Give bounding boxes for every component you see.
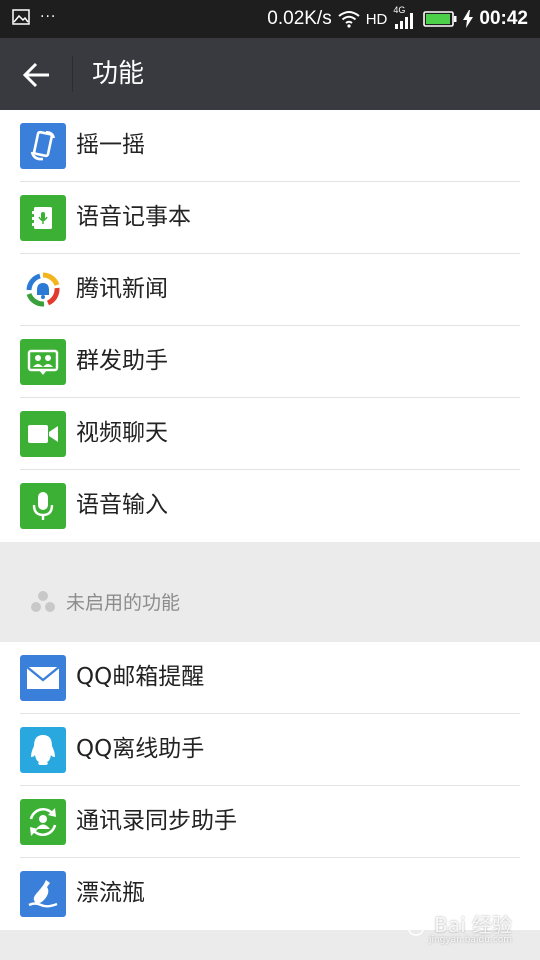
feature-row-qq-offline[interactable]: QQ离线助手 [0, 714, 540, 786]
feature-label: QQ离线助手 [76, 736, 205, 762]
video-chat-icon [20, 411, 66, 457]
feature-row-shake[interactable]: 摇一摇 [0, 110, 540, 182]
disabled-section-header: 未启用的功能 [30, 588, 180, 615]
watermark-sub: jingyan.baidu.com [428, 935, 512, 945]
microphone-icon [20, 483, 66, 529]
clock: 00:42 [479, 8, 528, 29]
shake-icon [20, 123, 66, 169]
feature-label: 通讯录同步助手 [76, 808, 237, 834]
charging-icon [463, 10, 474, 28]
voice-notepad-icon [20, 195, 66, 241]
status-right: 0.02K/s HD 4G 00:42 [267, 5, 528, 32]
watermark-text: Bai 经验 [434, 913, 512, 937]
people-icon [31, 590, 55, 612]
feature-row-qq-mail[interactable]: QQ邮箱提醒 [0, 642, 540, 714]
wifi-icon [338, 11, 360, 28]
feature-row-voice-input[interactable]: 语音输入 [0, 470, 540, 542]
net-speed: 0.02K/s [267, 8, 332, 29]
hd-label: HD [365, 10, 388, 28]
drift-bottle-icon [20, 871, 66, 917]
battery-icon [423, 11, 457, 27]
baidu-watermark: Bai 经验 jingyan.baidu.com [402, 909, 512, 945]
feature-row-tencent-news[interactable]: 腾讯新闻 [0, 254, 540, 326]
mail-icon [20, 655, 66, 701]
feature-label: 语音输入 [76, 492, 168, 518]
feature-label: 语音记事本 [76, 204, 191, 230]
more-icon: ··· [40, 9, 57, 25]
status-bar: ··· 0.02K/s HD 4G 00:42 [0, 0, 540, 38]
feature-row-video-chat[interactable]: 视频聊天 [0, 398, 540, 470]
qq-icon [20, 727, 66, 773]
page-title: 功能 [92, 59, 145, 89]
feature-label: 漂流瓶 [76, 880, 145, 906]
image-icon [12, 9, 30, 25]
feature-label: 视频聊天 [76, 420, 168, 446]
header-divider [72, 56, 73, 92]
feature-row-broadcast[interactable]: 群发助手 [0, 326, 540, 398]
signal-icon: 4G [393, 5, 417, 29]
tencent-news-icon [20, 267, 66, 313]
broadcast-icon [20, 339, 66, 385]
status-left: ··· [12, 9, 56, 25]
feature-row-voice-notepad[interactable]: 语音记事本 [0, 182, 540, 254]
app-bar: 功能 [0, 38, 540, 110]
enabled-features-list: 摇一摇 语音记事本 腾讯新闻 群发助手 视频聊天 语音输入 [0, 110, 540, 542]
feature-label: 腾讯新闻 [76, 276, 168, 302]
section-label: 未启用的功能 [66, 592, 181, 614]
disabled-features-list: QQ邮箱提醒 QQ离线助手 通讯录同步助手 漂流瓶 [0, 642, 540, 930]
feature-row-contacts-sync[interactable]: 通讯录同步助手 [0, 786, 540, 858]
back-arrow-icon[interactable] [20, 58, 54, 92]
feature-label: 群发助手 [76, 348, 168, 374]
contacts-sync-icon [20, 799, 66, 845]
feature-label: 摇一摇 [76, 132, 145, 158]
paw-icon [403, 910, 430, 936]
feature-label: QQ邮箱提醒 [76, 664, 205, 690]
